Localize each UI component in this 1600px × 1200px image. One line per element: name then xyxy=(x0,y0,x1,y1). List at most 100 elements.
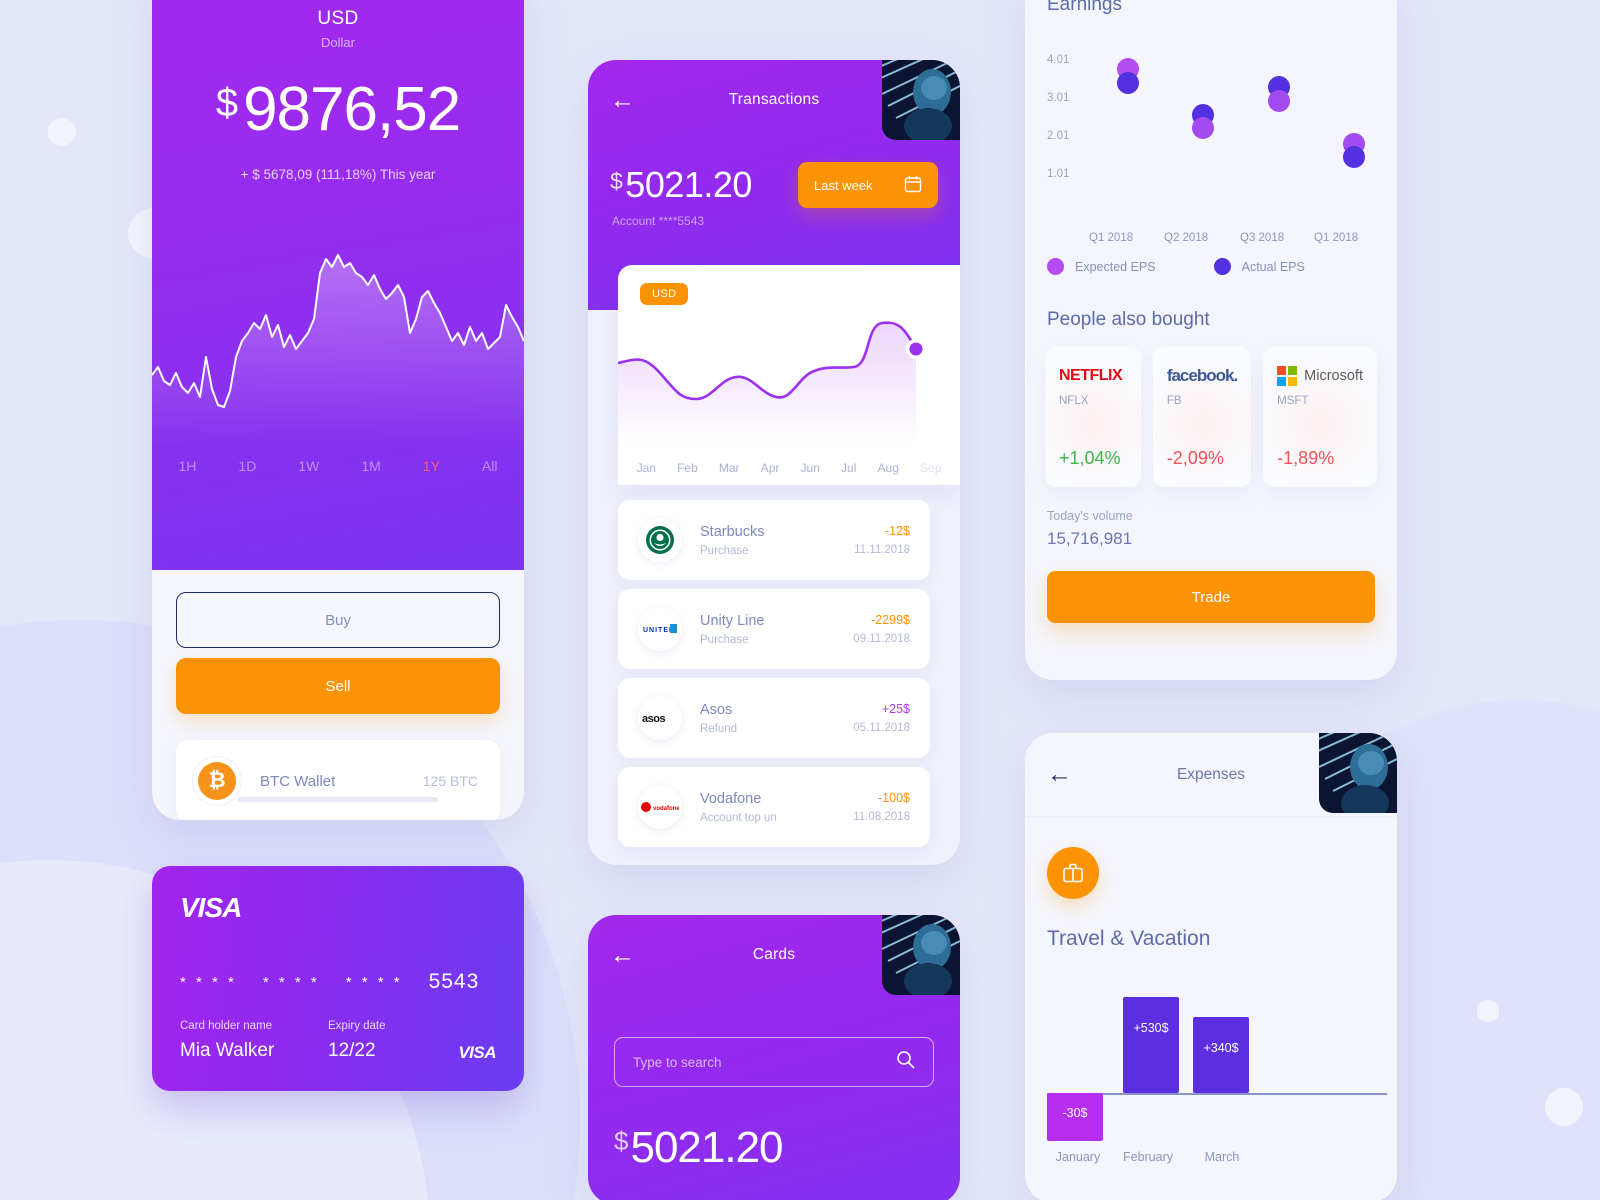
wallet-change-period: This year xyxy=(379,167,436,182)
card-last4: 5543 xyxy=(428,970,480,993)
bar-march: +340$ xyxy=(1193,1017,1249,1093)
visa-card-panel[interactable]: VISA * * * * * * * * * * * * 5543 Card h… xyxy=(152,866,524,1091)
chart-month-labels: Jan Feb Mar Apr Jun Jul Aug Sep xyxy=(618,461,960,475)
month-aug: Aug xyxy=(877,461,899,475)
wallet-change-value: + $ 5678,09 (111,18%) xyxy=(240,167,377,182)
calendar-icon xyxy=(904,175,922,196)
trade-button[interactable]: Trade xyxy=(1047,571,1375,623)
wallet-actions: Buy Sell ₿ BTC Wallet 125 BTC xyxy=(152,570,524,820)
avatar[interactable] xyxy=(882,915,960,995)
range-1h[interactable]: 1H xyxy=(179,458,197,474)
stock-card-facebook[interactable]: facebook. FB -2,09% xyxy=(1152,347,1252,487)
wallet-hero: USD Dollar $9876,52 + $ 5678,09 (111,18%… xyxy=(152,0,524,570)
expenses-navbar: ← Expenses xyxy=(1025,733,1397,817)
bg-dot-3 xyxy=(1477,1000,1499,1022)
search-icon[interactable] xyxy=(896,1050,915,1074)
transaction-name: Vodafone xyxy=(700,790,762,807)
card-holder-name: Mia Walker xyxy=(180,1040,275,1061)
range-1y[interactable]: 1Y xyxy=(423,458,440,474)
transactions-balance-value: 5021.20 xyxy=(625,164,752,205)
transactions-chart-card: USD Jan Feb Mar Apr Jun Jul Aug Sep xyxy=(618,265,960,485)
visa-logo: VISA xyxy=(180,892,242,923)
table-row[interactable]: vodafone Vodafone Account top un -100$ 1… xyxy=(618,767,930,847)
table-row[interactable]: Starbucks Purchase -12$ 11.11.2018 xyxy=(618,500,930,580)
facebook-wordmark: facebook. xyxy=(1166,366,1238,385)
search-input[interactable] xyxy=(633,1054,896,1070)
transaction-date: 05.11.2018 xyxy=(853,722,910,734)
btc-wallet-row[interactable]: ₿ BTC Wallet 125 BTC xyxy=(176,740,500,820)
buy-button[interactable]: Buy xyxy=(176,592,500,648)
home-indicator xyxy=(238,797,438,802)
card-group-3: * * * * xyxy=(345,973,403,991)
chart-currency-badge[interactable]: USD xyxy=(640,283,689,305)
table-row[interactable]: UNITED Unity Line Purchase -2299$ 09.11.… xyxy=(618,589,930,669)
stock-card-netflix[interactable]: NETFLIX NFLX +1,04% xyxy=(1045,347,1141,487)
facebook-logo: facebook. xyxy=(1166,365,1238,387)
range-1w[interactable]: 1W xyxy=(298,458,319,474)
transaction-amount: -12$ xyxy=(884,524,910,538)
avatar[interactable] xyxy=(1319,733,1397,813)
card-number: * * * * * * * * * * * * 5543 xyxy=(180,970,496,994)
y-tick-2: 2.01 xyxy=(1047,130,1070,142)
cards-balance: $5021.20 xyxy=(614,1123,784,1173)
range-1d[interactable]: 1D xyxy=(238,458,256,474)
people-also-bought-title: People also bought xyxy=(1047,309,1210,330)
volume-value: 15,716,981 xyxy=(1047,529,1133,548)
earnings-panel: Earnings 4.01 3.01 2.01 1.01 Q1 2018 Q2 … xyxy=(1025,0,1397,680)
transaction-info: Vodafone Account top un xyxy=(700,791,777,824)
search-box[interactable] xyxy=(614,1037,934,1087)
sell-button[interactable]: Sell xyxy=(176,658,500,714)
stock-ticker: FB xyxy=(1166,395,1182,407)
cards-panel: ← Cards Type to search $5021.20 xyxy=(588,915,960,1200)
currency-code: USD xyxy=(317,8,359,29)
volume-label: Today's volume xyxy=(1047,509,1133,523)
transaction-date: 11.08.2018 xyxy=(853,811,910,823)
month-jan: Jan xyxy=(636,461,656,475)
wallet-sparkline-chart xyxy=(152,254,524,445)
suitcase-icon xyxy=(1047,847,1099,899)
wallet-panel: USD Dollar $9876,52 + $ 5678,09 (111,18%… xyxy=(152,0,524,820)
legend-actual-eps: Actual EPS xyxy=(1213,258,1305,275)
visa-logo-small: VISA xyxy=(458,1043,496,1062)
microsoft-squares-icon xyxy=(1277,366,1298,386)
table-row[interactable]: asos Asos Refund +25$ 05.11.2018 xyxy=(618,678,930,758)
x-label-march: March xyxy=(1204,1150,1240,1164)
card-expiry-label: Expiry date xyxy=(328,1020,386,1032)
stock-ticker: MSFT xyxy=(1277,395,1309,407)
transaction-meta: +25$ 05.11.2018 xyxy=(853,702,910,734)
dollar-sign: $ xyxy=(610,168,623,194)
united-logo: UNITED xyxy=(638,607,682,651)
transaction-name: Starbucks xyxy=(700,523,765,540)
transactions-navbar: ← Transactions xyxy=(588,60,960,140)
bar-february: +530$ xyxy=(1123,997,1179,1093)
microsoft-logo: Microsoft xyxy=(1277,365,1363,387)
x-tick-q4: Q1 2018 xyxy=(1314,232,1359,244)
legend-expected-eps: Expected EPS xyxy=(1047,258,1156,275)
earnings-title: Earnings xyxy=(1047,0,1122,15)
expense-category: Travel & Vacation xyxy=(1047,927,1211,950)
card-field-labels: Card holder name Expiry date xyxy=(180,1020,496,1032)
card-expiry-value: 12/22 xyxy=(328,1040,376,1061)
wallet-balance-value: 9876,52 xyxy=(243,75,461,144)
expenses-bar-chart: -30$ +530$ +340$ January February March xyxy=(1047,975,1387,1164)
transaction-name: Unity Line xyxy=(700,612,765,629)
y-tick-3: 3.01 xyxy=(1047,92,1070,104)
scatter-point-expected-q2 xyxy=(1192,117,1214,139)
transaction-meta: -2299$ 09.11.2018 xyxy=(853,613,910,645)
stock-card-microsoft[interactable]: Microsoft MSFT -1,89% xyxy=(1263,347,1377,487)
period-selector-button[interactable]: Last week xyxy=(798,162,938,208)
range-all[interactable]: All xyxy=(482,458,498,474)
x-tick-q2: Q2 2018 xyxy=(1164,232,1209,244)
stock-ticker: NFLX xyxy=(1059,395,1089,407)
wallet-change: + $ 5678,09 (111,18%) This year xyxy=(152,167,524,182)
stock-change: +1,04% xyxy=(1059,448,1121,468)
transactions-account: Account ****5543 xyxy=(612,214,705,228)
avatar[interactable] xyxy=(882,60,960,140)
card-field-values: Mia Walker 12/22 xyxy=(180,1040,496,1062)
earnings-scatter-chart: 4.01 3.01 2.01 1.01 Q1 2018 Q2 2018 Q3 2… xyxy=(1025,22,1397,252)
time-range-selector[interactable]: 1H 1D 1W 1M 1Y All xyxy=(152,458,524,474)
range-1m[interactable]: 1M xyxy=(361,458,380,474)
starbucks-logo xyxy=(638,518,682,562)
dollar-sign: $ xyxy=(614,1126,629,1156)
transactions-balance: $5021.20 xyxy=(610,164,752,206)
